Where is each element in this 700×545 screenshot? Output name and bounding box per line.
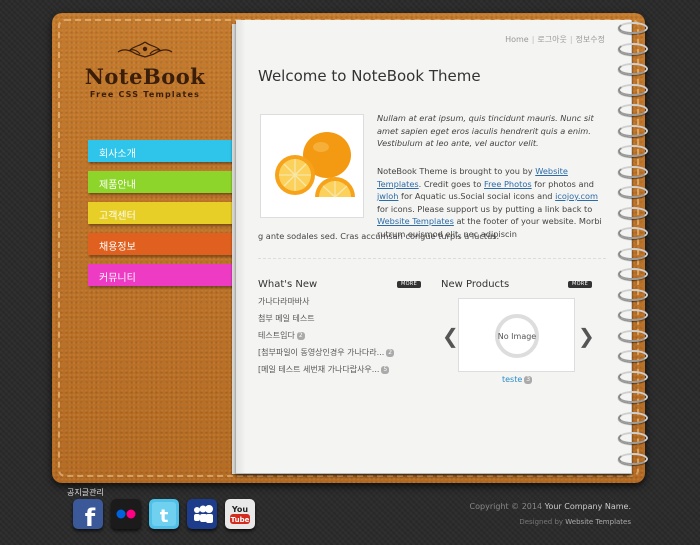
nav-item-support[interactable]: 고객센터: [88, 202, 236, 224]
page-title: Welcome to NoteBook Theme: [258, 67, 481, 85]
website-templates-link-2[interactable]: Website Templates: [377, 216, 454, 226]
new-products-more-button[interactable]: MORE: [568, 281, 592, 288]
whats-new-list: 가나다라마바사 첨부 메일 테스트 테스트입다 2 [첨부파일이 동영상인경우 가…: [258, 296, 408, 381]
spiral-ring: [618, 165, 648, 178]
notice-admin-link[interactable]: 공지글관리: [67, 487, 104, 498]
nav-item-label: 커뮤니티: [99, 273, 136, 284]
ornament-icon: [117, 41, 173, 58]
nav-item-community[interactable]: 커뮤니티: [88, 264, 236, 286]
no-image-placeholder: No Image: [495, 314, 539, 358]
free-photos-link[interactable]: Free Photos: [484, 179, 532, 189]
spiral-ring: [618, 268, 648, 280]
list-item[interactable]: [첨부파일이 동영상인경우 가나다라... 2: [258, 347, 408, 364]
twitter-icon[interactable]: t: [149, 499, 179, 529]
spiral-ring: [618, 186, 648, 198]
logo-subtitle: Free CSS Templates: [89, 90, 201, 99]
whats-new-title: What's New: [258, 279, 318, 290]
spiral-ring: [618, 391, 648, 403]
home-link[interactable]: Home: [505, 35, 529, 44]
icojoy-link[interactable]: icojoy.com: [555, 191, 598, 201]
nav-item-products[interactable]: 제품안내: [88, 171, 236, 193]
section-divider: [258, 258, 606, 259]
nav-item-label: 고객센터: [99, 211, 136, 222]
spiral-ring: [618, 104, 648, 116]
comment-count-badge: 3: [524, 376, 533, 384]
spiral-ring: [618, 288, 648, 301]
utility-links: Home | 로그아웃 | 정보수정: [505, 35, 605, 44]
nav-item-label: 회사소개: [99, 149, 136, 160]
logo-title: NoteBook: [84, 64, 206, 89]
spiral-ring: [618, 206, 648, 219]
svg-text:Tube: Tube: [231, 516, 250, 524]
new-products-title: New Products: [441, 279, 510, 290]
spiral-binding: [618, 22, 652, 472]
orange-image: [265, 119, 359, 213]
flickr-icon[interactable]: [111, 499, 141, 529]
svg-text:t: t: [160, 506, 169, 527]
designed-by-link[interactable]: Website Templates: [565, 518, 631, 526]
intro-text-continued: g ante sodales sed. Cras accumsan congue…: [258, 231, 500, 241]
spiral-ring: [618, 432, 648, 444]
product-caption[interactable]: teste 3: [502, 375, 533, 384]
comment-count-badge: 2: [296, 332, 305, 340]
nav-item-label: 제품안내: [99, 180, 136, 191]
product-thumbnail[interactable]: No Image: [458, 298, 575, 372]
profile-link[interactable]: 정보수정: [576, 35, 605, 44]
jwloh-link[interactable]: jwloh: [377, 191, 398, 201]
spiral-ring: [618, 411, 648, 424]
svg-text:f: f: [85, 504, 96, 529]
intro-italic-text: Nullam at erat ipsum, quis tincidunt mau…: [377, 113, 594, 148]
chevron-left-icon[interactable]: ❮: [442, 324, 459, 348]
comment-count-badge: 5: [381, 366, 390, 374]
facebook-icon[interactable]: f: [73, 499, 103, 532]
designed-by-text: Designed by Website Templates: [519, 518, 631, 526]
spiral-ring: [618, 350, 648, 362]
list-item[interactable]: 가나다라마바사: [258, 296, 408, 313]
spiral-ring: [618, 83, 648, 96]
spiral-ring: [618, 145, 648, 157]
list-item[interactable]: [메일 테스트 세번재 가나다랍사우... 5: [258, 364, 408, 381]
nav-item-about[interactable]: 회사소개: [88, 140, 236, 162]
spiral-ring: [618, 22, 648, 34]
spiral-ring: [618, 124, 648, 137]
list-item[interactable]: 테스트입다 2: [258, 330, 408, 347]
spiral-ring: [618, 309, 648, 321]
whats-new-more-button[interactable]: MORE: [397, 281, 421, 288]
no-image-label: No Image: [498, 332, 537, 341]
chevron-right-icon[interactable]: ❯: [578, 324, 595, 348]
spiral-ring: [618, 370, 648, 383]
notebook-page: Home | 로그아웃 | 정보수정 Welcome to NoteBook Theme…: [236, 20, 632, 474]
copyright-text: Copyright © 2014 Your Company Name.: [469, 502, 631, 511]
myspace-icon[interactable]: [187, 499, 217, 529]
list-item[interactable]: 첨부 메일 테스트: [258, 313, 408, 330]
spiral-ring: [618, 63, 648, 75]
orange-photo: [260, 114, 364, 218]
spiral-ring: [618, 227, 648, 239]
spiral-ring: [618, 329, 648, 342]
intro-text: NoteBook Theme is brought to you by Webs…: [377, 166, 602, 239]
nav-item-label: 채용정보: [99, 242, 136, 253]
youtube-icon[interactable]: You Tube: [225, 499, 255, 529]
logout-link[interactable]: 로그아웃: [537, 35, 566, 44]
nav-item-careers[interactable]: 채용정보: [88, 233, 236, 255]
site-logo[interactable]: NoteBook Free CSS Templates: [78, 40, 212, 99]
spiral-ring: [618, 452, 648, 465]
svg-text:You: You: [231, 505, 249, 514]
spiral-ring: [618, 247, 648, 260]
spiral-ring: [618, 42, 648, 55]
comment-count-badge: 2: [386, 349, 395, 357]
